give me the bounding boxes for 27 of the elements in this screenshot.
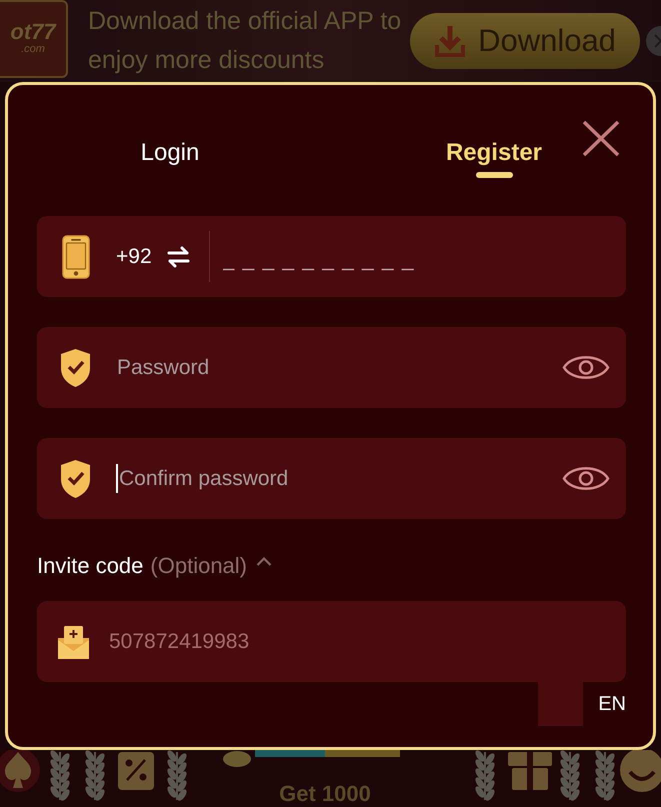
caret-up-icon[interactable] [256, 556, 272, 566]
password-input[interactable]: Password [117, 353, 562, 382]
shield-check-icon [60, 348, 91, 388]
logo-subtext: .com [21, 43, 45, 57]
password-input[interactable]: Confirm password [116, 464, 562, 493]
invite-code-label: Invite code [37, 552, 144, 580]
logo-text: ot77 [10, 21, 56, 44]
password-field[interactable]: Password [37, 327, 626, 408]
download-icon [434, 24, 466, 58]
optional-hint: (Optional) [150, 552, 247, 580]
language-button[interactable]: EN [538, 682, 626, 726]
promo-label: Get 1000 [278, 781, 372, 807]
shield-check-icon [60, 458, 91, 498]
invite-code-input[interactable]: 507872419983 [109, 627, 610, 656]
phone-field[interactable]: +92 _ _ _ _ _ _ _ _ _ _ [37, 216, 626, 297]
envelope-plus-icon [57, 624, 90, 660]
promo-message: Download the official APP to enjoy more discounts [88, 6, 402, 76]
tab[interactable]: Register [424, 112, 564, 180]
phone-icon [62, 234, 90, 278]
coin-icon [222, 750, 252, 768]
country-code[interactable]: +92 [116, 240, 152, 272]
flag-placeholder-icon [538, 682, 584, 726]
password-field[interactable]: Confirm password [37, 438, 626, 519]
phone-number-input[interactable]: _ _ _ _ _ _ _ _ _ _ [222, 245, 610, 274]
invite-code-field[interactable]: 507872419983 [37, 601, 626, 682]
swap-icon[interactable] [166, 246, 190, 268]
tab[interactable]: Login [100, 112, 240, 180]
